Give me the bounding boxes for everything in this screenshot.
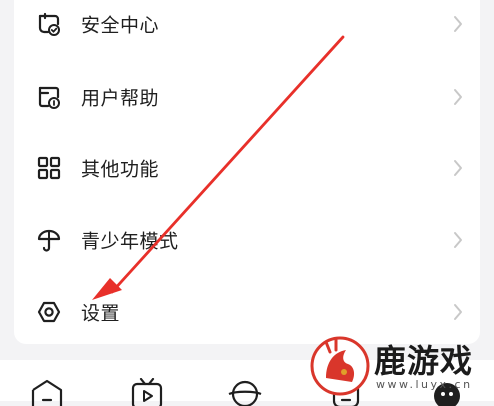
chevron-right-icon xyxy=(454,160,462,176)
home-icon[interactable] xyxy=(30,378,64,406)
menu-item-other-functions[interactable]: 其他功能 xyxy=(14,132,480,204)
hexagon-settings-icon xyxy=(37,301,61,323)
chevron-right-icon xyxy=(454,89,462,105)
umbrella-icon xyxy=(37,229,61,252)
menu-item-label: 青少年模式 xyxy=(81,230,179,253)
menu-item-label: 安全中心 xyxy=(81,14,160,37)
menu-item-security-center[interactable]: 安全中心 xyxy=(14,0,480,60)
settings-menu-card: 安全中心 用户帮助 其他功能 青少年模式 设置 xyxy=(14,0,480,344)
chevron-right-icon xyxy=(454,304,462,320)
chevron-right-icon xyxy=(454,16,462,32)
profile-icon[interactable] xyxy=(430,378,464,406)
help-doc-icon xyxy=(38,86,60,109)
grid-icon xyxy=(37,156,61,180)
menu-item-user-help[interactable]: 用户帮助 xyxy=(14,61,480,133)
shield-check-icon xyxy=(38,12,60,36)
bottom-navigation xyxy=(0,360,494,406)
menu-item-teen-mode[interactable]: 青少年模式 xyxy=(14,204,480,276)
chevron-right-icon xyxy=(454,232,462,248)
menu-item-settings[interactable]: 设置 xyxy=(14,276,480,348)
message-icon[interactable] xyxy=(330,378,364,406)
tv-icon[interactable] xyxy=(130,378,164,406)
planet-icon[interactable] xyxy=(228,378,262,406)
menu-item-label: 设置 xyxy=(81,302,121,325)
menu-item-label: 其他功能 xyxy=(81,158,160,181)
menu-item-label: 用户帮助 xyxy=(81,87,160,110)
